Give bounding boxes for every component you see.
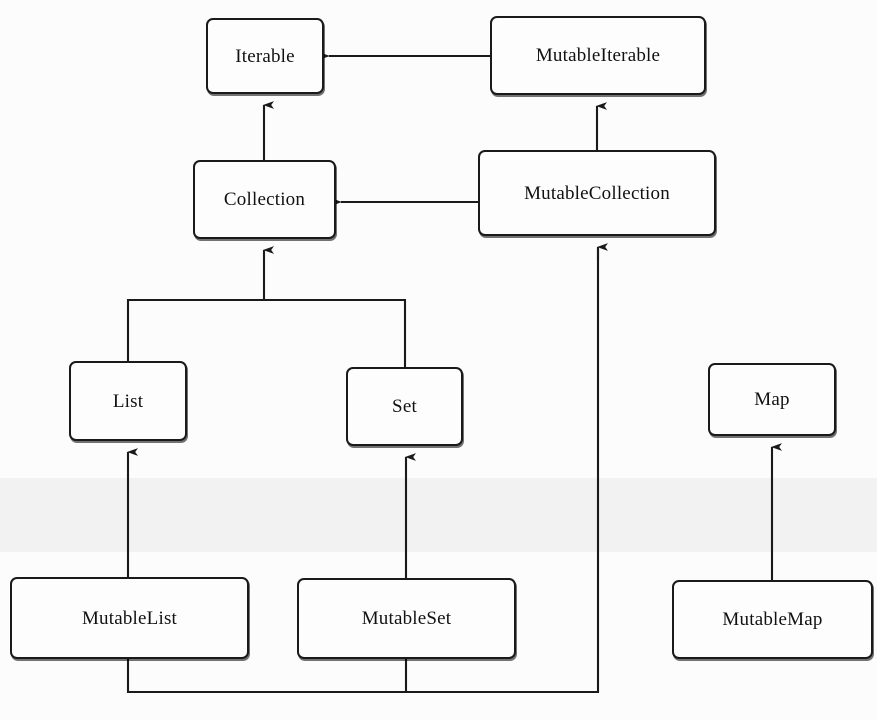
node-label-map: Map bbox=[754, 389, 790, 410]
node-iterable[interactable]: Iterable bbox=[206, 18, 324, 94]
node-label-mutable-iterable: MutableIterable bbox=[535, 45, 661, 66]
node-label-mutable-collection: MutableCollection bbox=[524, 182, 670, 204]
node-map[interactable]: Map bbox=[708, 363, 836, 436]
node-label-collection: Collection bbox=[223, 189, 306, 210]
diagram-canvas: Iterable MutableIterable Collection Muta… bbox=[0, 0, 877, 720]
node-label-list: List bbox=[112, 390, 144, 412]
node-mutable-list[interactable]: MutableList bbox=[10, 577, 249, 659]
node-collection[interactable]: Collection bbox=[193, 160, 336, 239]
node-label-mutable-list: MutableList bbox=[81, 607, 178, 629]
node-label-mutable-set: MutableSet bbox=[361, 608, 452, 629]
node-list[interactable]: List bbox=[69, 361, 187, 441]
node-mutable-iterable[interactable]: MutableIterable bbox=[490, 16, 706, 95]
node-mutable-map[interactable]: MutableMap bbox=[672, 580, 873, 659]
node-label-set: Set bbox=[392, 396, 417, 417]
node-set[interactable]: Set bbox=[346, 367, 463, 446]
node-mutable-collection[interactable]: MutableCollection bbox=[478, 150, 716, 236]
edge-fork-bus bbox=[126, 298, 407, 367]
node-label-mutable-map: MutableMap bbox=[722, 609, 823, 630]
node-mutable-set[interactable]: MutableSet bbox=[297, 578, 516, 659]
node-label-iterable: Iterable bbox=[235, 45, 295, 67]
